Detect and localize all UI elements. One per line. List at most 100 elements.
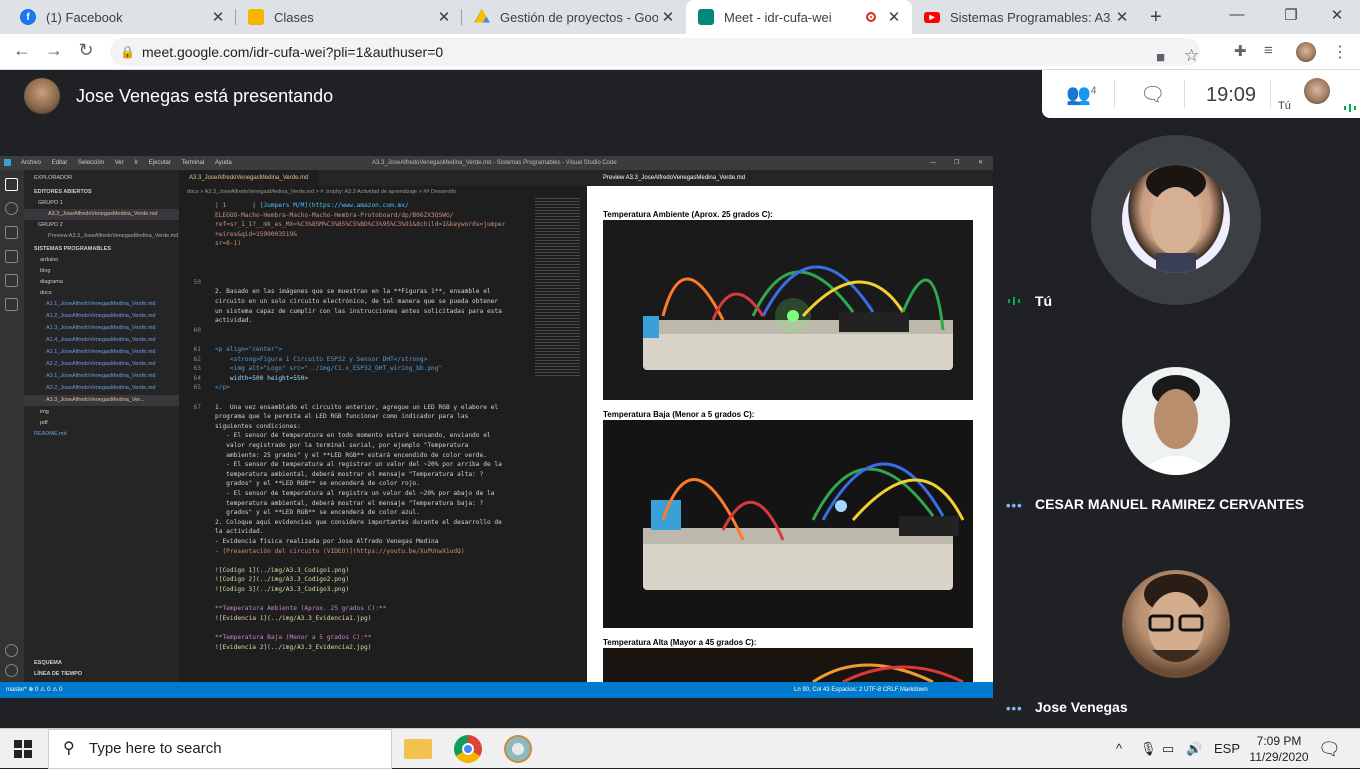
volume-icon[interactable]: 🔊 [1186,729,1202,769]
search-icon[interactable] [5,202,18,215]
code-line[interactable]: 2. Basado en las imágenes que se muestra… [215,288,491,295]
file-item[interactable]: A1.4_JoseAlfredoVenegasMedina_Verde.md [24,335,179,346]
code-line[interactable]: - El sensor de temperatura en todo momen… [215,432,491,439]
profile-avatar[interactable] [1296,42,1316,62]
account-icon[interactable] [5,644,18,657]
tab-meet[interactable]: Meet - idr-cufa-wei ✕ [686,0,912,34]
code-line[interactable]: un sistema capaz de cumplir con las inst… [215,308,502,315]
code-editor[interactable]: | 1 | [Jumpers M/M](https://www.amazon.c… [179,198,587,682]
code-line[interactable]: <img alt="Logo" src="../img/C1.x_ESP32_D… [215,365,442,372]
forward-icon[interactable]: → [42,40,66,61]
folder-item[interactable]: arduino [24,255,179,266]
file-item-active[interactable]: A3.3_JoseAlfredoVenegasMedina_Ver... [24,395,179,406]
code-line[interactable]: - El sensor de temperatura al registrar … [215,461,502,468]
menu-ir[interactable]: Ir [134,160,138,166]
notifications-icon[interactable]: 🗨 [1318,739,1341,760]
taskbar-search-input[interactable]: ⚲ Type here to search [48,729,392,769]
code-line[interactable]: temperatura ambiental, deberá mostrar el… [215,500,483,507]
close-icon[interactable]: ✕ [884,8,904,26]
close-window-button[interactable]: ✕ [1322,6,1352,24]
file-item[interactable]: A1.3_JoseAlfredoVenegasMedina_Verde.md [24,323,179,334]
preview-tab[interactable]: Preview A3.3_JoseAlfredoVenegasMedina_Ve… [603,175,745,181]
windows-start-icon[interactable] [14,740,32,758]
minimize-button[interactable]: — [1222,6,1252,23]
project-section[interactable]: SISTEMAS PROGRAMABLES [24,244,179,255]
code-line[interactable]: **Temperatura Ambiente (Aprox. 25 grados… [215,605,386,612]
open-editor-item[interactable]: A3.3_JoseAlfredoVenegasMedina_Verde.md [24,209,179,220]
code-line[interactable]: ![Codigo 3](../img/A3.3_Codigo3.png) [215,586,349,593]
menu-terminal[interactable]: Terminal [181,160,204,166]
code-line[interactable]: - El sensor de temperatura al registra u… [215,490,494,497]
file-item[interactable]: A1.1_JoseAlfredoVenegasMedina_Verde.md [24,299,179,310]
media-icon[interactable]: ≡ [1264,42,1273,59]
chevron-up-icon[interactable]: ^ [1116,729,1122,769]
markdown-preview[interactable]: Temperatura Ambiente (Aprox. 25 grados C… [587,186,993,682]
address-bar[interactable]: 🔒 meet.google.com/idr-cufa-wei?pli=1&aut… [110,38,1200,66]
code-line[interactable]: sr=8-1) [215,240,241,247]
code-line[interactable]: ![Evidencia 1](../img/A3.3_Evidencia1.jp… [215,615,371,622]
menu-ejecutar[interactable]: Ejecutar [149,160,171,166]
close-window-button[interactable]: ✕ [978,156,983,170]
minimize-button[interactable]: — [930,156,936,170]
chrome-icon[interactable] [454,735,482,763]
extensions-icon[interactable]: ✚ [1234,42,1247,60]
code-line[interactable]: temperatura ambiental, deberá mostrar el… [215,471,483,478]
language-indicator[interactable]: ESP [1214,729,1240,769]
status-left[interactable]: master* ⊗ 0 ⚠ 0 ⚠ 0 [6,682,62,698]
file-item[interactable]: A2.2_JoseAlfredoVenegasMedina_Verde.md [24,359,179,370]
code-line[interactable]: grados" y el **LED RGB** se encenderá de… [215,480,420,487]
menu-ver[interactable]: Ver [115,160,124,166]
menu-ayuda[interactable]: Ayuda [215,160,232,166]
tab-facebook[interactable]: f (1) Facebook ✕ [8,0,236,34]
timeline-section[interactable]: LÍNEA DE TIEMPO [24,669,179,680]
maximize-button[interactable]: ❐ [1276,6,1306,24]
code-line[interactable]: <p align="center"> [215,346,282,353]
code-line[interactable]: - [Presentación del circuito (VIDEO)](ht… [215,548,465,555]
taskbar-clock[interactable]: 7:09 PM 11/29/2020 [1246,733,1312,765]
close-icon[interactable]: ✕ [434,8,454,26]
code-line[interactable]: programa que le permita al LED RGB funci… [215,413,468,420]
editor-group-1[interactable]: GRUPO 1 [24,198,179,209]
self-avatar[interactable] [1304,78,1330,104]
paint-icon[interactable] [504,735,532,763]
file-item[interactable]: A3.2_JoseAlfredoVenegasMedina_Verde.md [24,383,179,394]
minimap[interactable] [535,198,580,378]
code-line[interactable]: ambiente: 25 grados" y el **LED RGB** es… [215,452,487,459]
code-line[interactable]: </p> [215,384,230,391]
code-line[interactable]: ![Codigo 1](../img/A3.3_Codigo1.png) [215,567,349,574]
close-icon[interactable]: ✕ [658,8,678,26]
extensions-icon[interactable] [5,274,18,287]
folder-item[interactable]: pdf [24,418,179,429]
code-line[interactable]: circuito en un solo circuito electrónico… [215,298,498,305]
reload-icon[interactable]: ↻ [74,40,98,61]
folder-item[interactable]: blog [24,266,179,277]
tab-drive[interactable]: Gestión de proyectos - Google ✕ [462,0,686,34]
folder-item[interactable]: docs [24,288,179,299]
file-explorer-icon[interactable] [404,739,432,759]
network-icon[interactable]: ▭ [1162,729,1174,769]
code-line[interactable]: <strong>Figura 1 Circuito ESP32 y Sensor… [215,356,427,363]
code-line[interactable]: actividad. [215,317,252,324]
code-line[interactable]: ref=sr_1_1?__mk_es_MX=%C3%85M%C3%85%C5%B… [215,221,506,228]
source-control-icon[interactable] [5,226,18,239]
open-editors-section[interactable]: EDITORES ABIERTOS [24,187,179,198]
code-line[interactable]: siguientes condiciones: [215,423,301,430]
menu-editar[interactable]: Editar [52,160,68,166]
code-line[interactable]: 2. Coloque aquí evidencias que considere… [215,519,502,526]
menu-archivo[interactable]: Archivo [21,160,41,166]
maximize-button[interactable]: ❐ [954,156,959,170]
open-editor-item[interactable]: Preview A3.3_JoseAlfredoVenegasMedina_Ve… [24,231,179,242]
camera-icon[interactable]: ■ [1156,44,1165,72]
file-item[interactable]: README.md [24,429,179,440]
code-line[interactable]: grados" y el **LED RGB** se encenderá de… [215,509,420,516]
settings-icon[interactable] [5,664,18,677]
run-icon[interactable] [5,250,18,263]
close-icon[interactable]: ✕ [1112,8,1132,26]
code-line[interactable]: +wires&qid=1590003519& [215,231,297,238]
code-line[interactable]: **Temperatura Baja (Menor a 5 grados C):… [215,634,371,641]
status-right[interactable]: Ln 90, Col 43 Espacios: 2 UTF-8 CRLF Mar… [794,682,928,698]
file-item[interactable]: A3.1_JoseAlfredoVenegasMedina_Verde.md [24,371,179,382]
close-icon[interactable]: ✕ [208,8,228,26]
microphone-icon[interactable]: 🎙 [1140,729,1157,769]
code-line[interactable]: - Evidencia física realizada por Jose Al… [215,538,439,545]
